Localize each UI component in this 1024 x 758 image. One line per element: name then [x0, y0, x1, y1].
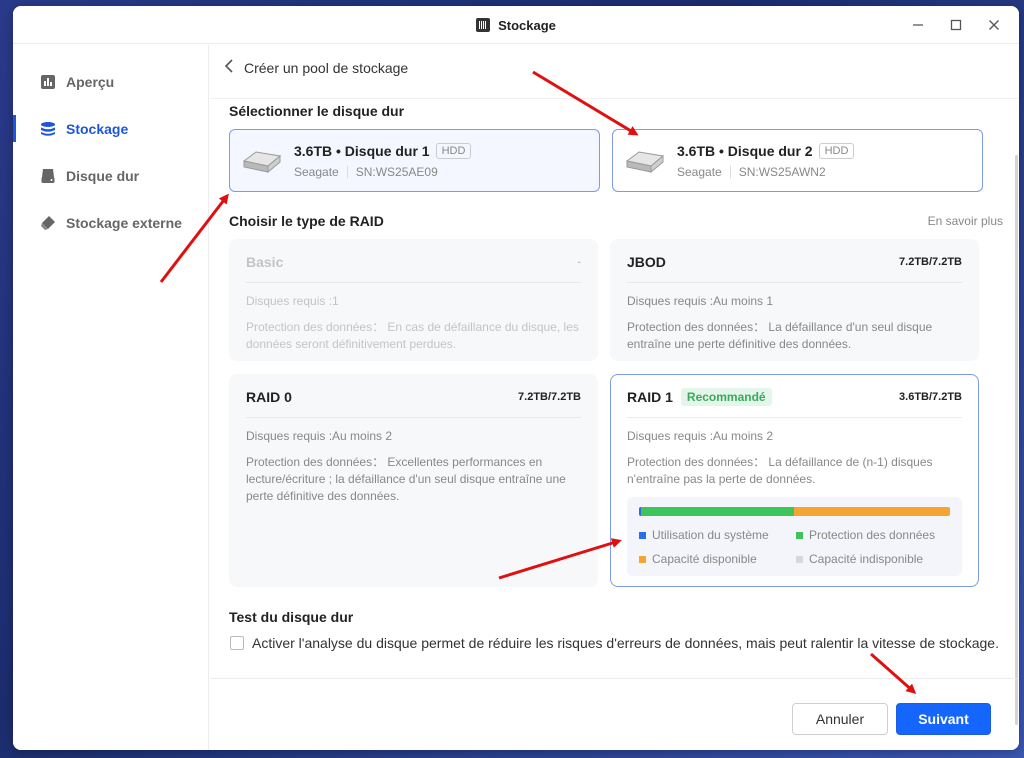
disk-serial: SN:WS25AWN2 — [738, 164, 826, 179]
scrollbar-thumb[interactable] — [1015, 155, 1018, 725]
disk-card-2[interactable]: 3.6TB • Disque dur 2 HDD Seagate SN:WS25… — [612, 129, 983, 192]
sidebar-item-stockage-externe[interactable]: Stockage externe — [13, 199, 208, 246]
usb-icon — [40, 215, 56, 231]
raid-option-raid0[interactable]: RAID 0 7.2TB/7.2TB Disques requis :Au mo… — [229, 374, 598, 587]
header-divider — [210, 98, 1019, 99]
back-button[interactable] — [224, 59, 234, 77]
database-icon — [40, 121, 56, 137]
hdd-icon — [625, 150, 665, 173]
footer-divider — [210, 678, 1019, 679]
raid-protection: Protection des données： En cas de défail… — [246, 320, 579, 351]
sidebar: Aperçu Stockage Disque dur Stockage exte… — [13, 45, 209, 750]
minimize-button[interactable] — [907, 14, 929, 36]
sidebar-item-apercu[interactable]: Aperçu — [13, 58, 208, 105]
raid-protection: Protection des données： La défaillance d… — [627, 455, 933, 486]
window-title: Stockage — [498, 17, 556, 33]
minimize-icon — [913, 24, 923, 26]
chart-icon — [40, 74, 56, 90]
raid-capacity: - — [577, 256, 581, 268]
sidebar-item-stockage[interactable]: Stockage — [13, 105, 208, 152]
raid-disks-required: Disques requis :Au moins 2 — [246, 429, 393, 443]
test-section-title: Test du disque dur — [229, 609, 354, 625]
next-button[interactable]: Suivant — [896, 703, 991, 735]
raid-protection: Protection des données： La défaillance d… — [627, 320, 933, 351]
legend-label: Capacité indisponible — [809, 552, 924, 566]
hard-drive-icon — [40, 168, 56, 184]
raid-disks-required: Disques requis :Au moins 1 — [627, 294, 774, 308]
legend-label: Capacité disponible — [652, 552, 757, 566]
sidebar-item-disque-dur[interactable]: Disque dur — [13, 152, 208, 199]
close-button[interactable] — [983, 14, 1005, 36]
learn-more-link[interactable]: En savoir plus — [928, 214, 1003, 228]
storage-window: Stockage Aperçu Stockage Disque dur Stoc… — [13, 6, 1019, 750]
disk-serial: SN:WS25AE09 — [355, 164, 438, 179]
sidebar-item-label: Stockage externe — [66, 214, 182, 231]
sidebar-item-label: Aperçu — [66, 73, 115, 90]
raid-option-basic: Basic - Disques requis :1 Protection des… — [229, 239, 598, 361]
disk-test-label: Activer l'analyse du disque permet de ré… — [252, 635, 999, 651]
disk-name: 3.6TB • Disque dur 1 — [294, 142, 430, 159]
raid-option-jbod[interactable]: JBOD 7.2TB/7.2TB Disques requis :Au moin… — [610, 239, 979, 361]
close-icon — [989, 20, 999, 30]
disk-name: 3.6TB • Disque dur 2 — [677, 142, 813, 159]
capacity-bar-available — [794, 507, 950, 516]
raid-name: RAID 0 — [246, 389, 292, 405]
sidebar-item-label: Stockage — [66, 120, 129, 137]
raid-capacity: 3.6TB/7.2TB — [899, 391, 962, 403]
disk-test-checkbox[interactable] — [230, 636, 244, 650]
capacity-legend: Utilisation du système Protection des do… — [639, 528, 950, 566]
raid-option-raid1[interactable]: RAID 1 Recommandé 3.6TB/7.2TB Disques re… — [610, 374, 979, 587]
legend-label: Protection des données — [809, 528, 936, 542]
title-bar: Stockage — [13, 6, 1019, 44]
raid-disks-required: Disques requis :Au moins 2 — [627, 429, 774, 443]
legend-swatch — [639, 555, 646, 563]
capacity-bar-protection — [640, 507, 795, 516]
raid-name: JBOD — [627, 254, 666, 270]
maximize-button[interactable] — [945, 14, 967, 36]
cancel-button[interactable]: Annuler — [792, 703, 888, 735]
legend-label: Utilisation du système — [652, 528, 769, 542]
recommended-badge: Recommandé — [680, 388, 772, 406]
disk-type-badge: HDD — [818, 142, 855, 159]
capacity-bar — [639, 507, 950, 516]
disk-brand: Seagate — [677, 164, 722, 179]
disk-brand: Seagate — [294, 164, 339, 179]
disk-card-1[interactable]: 3.6TB • Disque dur 1 HDD Seagate SN:WS25… — [229, 129, 600, 192]
raid-capacity: 7.2TB/7.2TB — [518, 391, 581, 403]
maximize-icon — [950, 19, 962, 31]
legend-swatch — [796, 531, 803, 539]
raid-name: Basic — [246, 254, 284, 270]
chevron-left-icon — [224, 59, 233, 73]
raid-capacity: 7.2TB/7.2TB — [899, 256, 962, 268]
raid-protection: Protection des données： Excellentes perf… — [246, 455, 566, 503]
raid-section-title: Choisir le type de RAID — [229, 213, 384, 229]
sidebar-item-label: Disque dur — [66, 167, 140, 184]
disk-section-title: Sélectionner le disque dur — [229, 103, 405, 119]
scrollbar[interactable] — [1013, 99, 1019, 725]
main-panel: Créer un pool de stockage Sélectionner l… — [210, 45, 1019, 750]
hdd-icon — [242, 150, 282, 173]
page-title: Créer un pool de stockage — [244, 60, 409, 76]
legend-swatch — [796, 555, 803, 563]
disk-type-badge: HDD — [435, 142, 472, 159]
capacity-usage-box: Utilisation du système Protection des do… — [627, 497, 962, 576]
legend-swatch — [639, 531, 646, 539]
raid-name: RAID 1 — [627, 389, 673, 405]
raid-disks-required: Disques requis :1 — [246, 294, 339, 308]
storage-app-icon — [476, 18, 491, 32]
